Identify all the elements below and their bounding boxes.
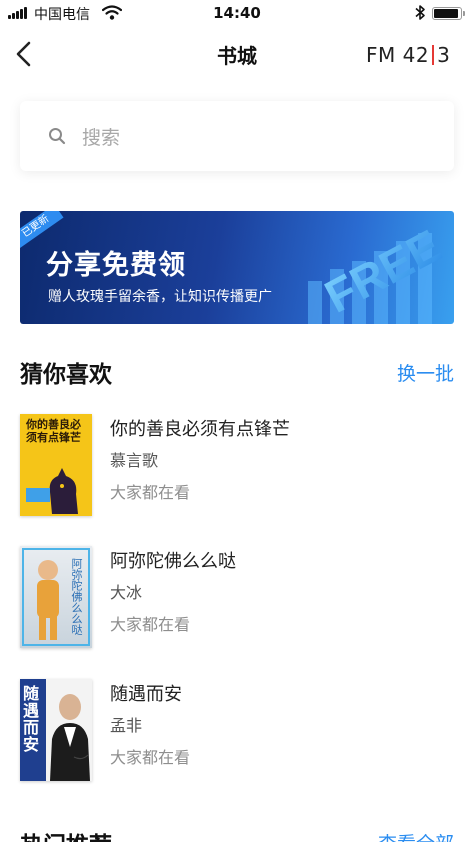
book-tag: 大家都在看	[110, 748, 191, 767]
fm-logo-number: 3	[437, 43, 451, 67]
status-bar: 中国电信 14:40	[0, 0, 474, 26]
fm-logo: FM 42 3	[366, 43, 450, 67]
share-free-banner[interactable]: FREE 已更新 分享免费领 赠人玫瑰手留余香，让知识传播更广	[20, 211, 454, 324]
book-item[interactable]: 你的善良必须有点锋芒 你的善良必须有点锋芒 慕言歌 大家都在看	[20, 414, 454, 518]
fm-logo-text: FM 42	[366, 43, 430, 67]
book-author: 孟非	[110, 716, 143, 735]
status-time: 14:40	[213, 4, 261, 22]
book-tag: 大家都在看	[110, 615, 191, 634]
free-3d-art: FREE	[308, 219, 449, 324]
search-placeholder: 搜索	[82, 127, 121, 149]
banner-title: 分享免费领	[46, 250, 186, 281]
book-author: 大冰	[110, 583, 143, 602]
book-cover-title: 随遇而安	[23, 684, 40, 754]
section-title-guess: 猜你喜欢	[20, 362, 112, 388]
book-item[interactable]: 阿弥陀佛么么哒 阿弥陀佛么么哒 大冰 大家都在看	[20, 546, 454, 650]
search-icon	[49, 128, 66, 145]
book-cover: 随遇而安	[20, 679, 92, 781]
book-title: 你的善良必须有点锋芒	[110, 419, 290, 440]
book-item[interactable]: 随遇而安 随遇而安 孟非 大家都在看	[20, 679, 454, 783]
book-cover: 阿弥陀佛么么哒	[20, 546, 92, 648]
banner-subtitle: 赠人玫瑰手留余香，让知识传播更广	[48, 289, 272, 305]
book-title: 阿弥陀佛么么哒	[110, 551, 236, 572]
book-tag: 大家都在看	[110, 483, 191, 502]
refresh-batch-button[interactable]: 换一批	[397, 359, 454, 386]
author-portrait	[50, 694, 90, 781]
cover-blue-label	[26, 488, 50, 502]
search-input[interactable]: 搜索	[20, 101, 454, 171]
view-all-button[interactable]: 查看全部	[378, 829, 454, 842]
nav-bar: 书城 FM 42 3	[0, 26, 474, 82]
book-title: 随遇而安	[110, 684, 182, 705]
section-title-hot: 热门推荐	[20, 826, 112, 842]
book-cover-title: 你的善良必须有点锋芒	[26, 418, 81, 444]
battery-icon	[432, 7, 465, 20]
book-cover: 你的善良必须有点锋芒	[20, 414, 92, 516]
book-author: 慕言歌	[110, 451, 159, 470]
bluetooth-icon	[415, 5, 425, 20]
monk-illustration	[37, 560, 59, 640]
book-cover-title: 阿弥陀佛么么哒	[70, 558, 83, 635]
fm-logo-divider	[432, 45, 435, 65]
